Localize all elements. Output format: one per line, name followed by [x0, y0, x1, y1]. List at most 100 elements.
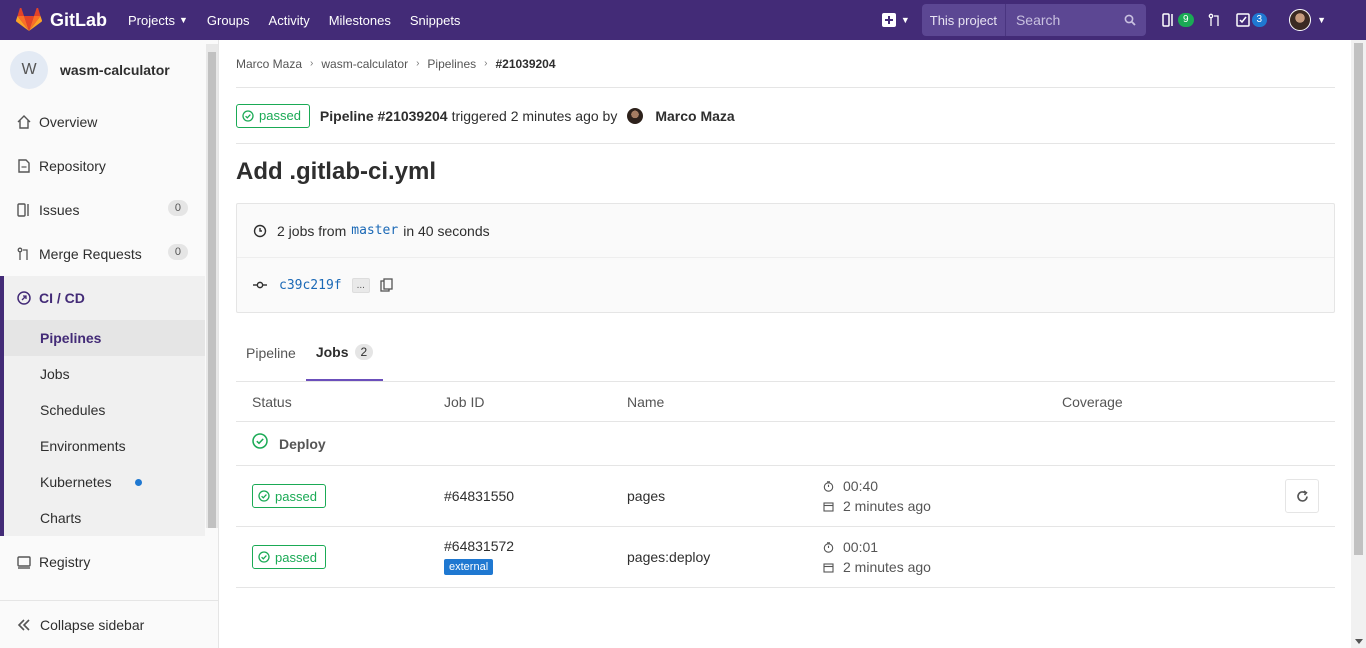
merge-requests-nav-button[interactable] — [1208, 13, 1222, 27]
col-status: Status — [252, 393, 292, 410]
sidebar-item-kubernetes[interactable]: Kubernetes — [4, 464, 205, 500]
search-scope[interactable]: This project — [921, 4, 1005, 36]
nav-snippets[interactable]: Snippets — [410, 13, 461, 28]
timer-icon — [823, 480, 834, 492]
plus-icon — [881, 13, 896, 27]
page-scrollbar[interactable] — [1351, 40, 1366, 648]
pipeline-tabs: Pipeline Jobs 2 — [236, 325, 1335, 382]
nav-projects-label: Projects — [128, 12, 175, 28]
stage-row: Deploy — [236, 422, 1335, 466]
author-avatar[interactable] — [627, 107, 644, 124]
status-success-icon — [242, 109, 254, 122]
job-name: pages — [627, 488, 666, 504]
sidebar-project-header[interactable]: W wasm-calculator — [0, 40, 218, 100]
sidebar-item-label: Merge Requests — [39, 246, 142, 262]
home-icon — [16, 114, 32, 130]
jobs-table-header: Status Job ID Name Coverage — [236, 382, 1335, 422]
breadcrumb-project[interactable]: wasm-calculator — [321, 57, 408, 71]
duration-text: in 40 seconds — [403, 222, 490, 239]
issues-icon — [16, 202, 32, 218]
search-input[interactable]: Search — [1004, 4, 1146, 36]
commit-title: Add .gitlab-ci.yml — [236, 158, 437, 185]
job-id-link[interactable]: #64831550 — [444, 488, 514, 504]
nav-groups[interactable]: Groups — [207, 13, 250, 28]
sidebar-item-registry[interactable]: Registry — [0, 540, 205, 584]
nav-projects[interactable]: Projects ▼ — [128, 13, 188, 28]
sidebar-item-jobs[interactable]: Jobs — [4, 356, 205, 392]
sidebar-scrollbar-thumb[interactable] — [208, 52, 216, 528]
sidebar-item-issues[interactable]: Issues 0 — [0, 188, 205, 232]
table-row: passed #64831550 pages 00:40 2 minutes a… — [236, 466, 1335, 527]
new-dropdown-button[interactable]: ▼ — [881, 13, 910, 27]
breadcrumb-pipelines[interactable]: Pipelines — [427, 57, 476, 71]
job-status-badge[interactable]: passed — [252, 545, 326, 569]
job-duration: 00:40 — [823, 478, 878, 494]
status-label: passed — [275, 488, 317, 504]
sidebar-scrollbar[interactable] — [206, 44, 218, 528]
col-job-id: Job ID — [444, 393, 485, 410]
chevron-down-icon: ▼ — [1317, 15, 1326, 25]
job-status-badge[interactable]: passed — [252, 484, 326, 508]
sidebar-item-schedules[interactable]: Schedules — [4, 392, 205, 428]
sidebar-item-overview[interactable]: Overview — [0, 100, 205, 144]
expand-commit-message-button[interactable]: ... — [351, 277, 370, 293]
chevron-right-icon: › — [310, 58, 314, 69]
scroll-down-arrow-icon[interactable] — [1355, 639, 1363, 644]
gitlab-home-link[interactable]: GitLab — [0, 8, 112, 32]
copy-icon[interactable] — [380, 278, 394, 292]
new-feature-dot — [135, 479, 142, 486]
gitlab-brand-text: GitLab — [50, 9, 107, 30]
commit-sha-link[interactable]: c39c219f — [279, 278, 342, 293]
chevron-down-icon: ▼ — [178, 15, 188, 25]
pipeline-commit-row: c39c219f ... — [237, 257, 1334, 312]
job-finished: 2 minutes ago — [823, 498, 931, 514]
tab-pipeline[interactable]: Pipeline — [236, 325, 306, 381]
sidebar-section-ci-cd: CI / CD Pipelines Jobs Schedules Environ… — [0, 276, 205, 536]
breadcrumb-user[interactable]: Marco Maza — [236, 57, 302, 71]
sidebar-item-environments[interactable]: Environments — [4, 428, 205, 464]
sidebar-item-label: Overview — [39, 114, 98, 130]
user-menu-button[interactable]: ▼ — [1289, 9, 1326, 31]
branch-link[interactable]: master — [351, 223, 398, 238]
calendar-icon — [823, 501, 834, 512]
merge-request-icon — [1208, 13, 1219, 26]
issues-nav-button[interactable]: 9 — [1162, 13, 1194, 27]
search-group: This project Search — [921, 4, 1146, 36]
nav-milestones[interactable]: Milestones — [329, 13, 391, 28]
todos-nav-button[interactable]: 3 — [1235, 13, 1268, 27]
sidebar-item-pipelines[interactable]: Pipelines — [4, 320, 205, 356]
status-label: passed — [275, 549, 317, 565]
pipeline-status-badge[interactable]: passed — [236, 103, 310, 128]
retry-job-button[interactable] — [1285, 479, 1319, 513]
main-content: Marco Maza › wasm-calculator › Pipelines › … — [236, 40, 1335, 648]
commit-icon — [253, 278, 267, 292]
search-placeholder: Search — [1015, 12, 1061, 28]
collapse-sidebar-button[interactable]: Collapse sidebar — [0, 600, 218, 648]
chevron-right-icon: › — [484, 58, 488, 69]
tab-jobs[interactable]: Jobs 2 — [305, 325, 384, 381]
job-name: pages:deploy — [627, 549, 711, 565]
sidebar-item-merge-requests[interactable]: Merge Requests 0 — [0, 232, 205, 276]
todo-check-icon — [1235, 13, 1250, 27]
project-avatar: W — [10, 51, 48, 89]
issues-icon — [1162, 13, 1173, 27]
job-tag-badge: external — [444, 559, 494, 575]
job-id-link[interactable]: #64831572 — [444, 538, 514, 554]
stage-name: Deploy — [279, 436, 326, 452]
nav-activity[interactable]: Activity — [269, 13, 310, 28]
status-success-icon — [258, 551, 270, 563]
calendar-icon — [823, 562, 834, 573]
sidebar-item-charts[interactable]: Charts — [4, 500, 205, 536]
sidebar-item-ci-cd[interactable]: CI / CD — [4, 276, 205, 320]
sidebar-item-label: Registry — [39, 554, 91, 570]
sidebar-item-label: Kubernetes — [40, 474, 112, 490]
breadcrumb-current[interactable]: #21039204 — [495, 57, 555, 71]
sidebar-item-label: Repository — [39, 158, 106, 174]
navbar-right: ▼ This project Search 9 3 ▼ — [881, 0, 1366, 40]
page-scrollbar-thumb[interactable] — [1354, 43, 1363, 555]
status-success-icon — [258, 490, 270, 502]
gitlab-logo-icon — [16, 8, 42, 31]
pipeline-info-box: 2 jobs from master in 40 seconds c39c219… — [236, 203, 1335, 313]
sidebar-item-repository[interactable]: Repository — [0, 144, 205, 188]
pipeline-author-link[interactable]: Marco Maza — [655, 108, 734, 124]
